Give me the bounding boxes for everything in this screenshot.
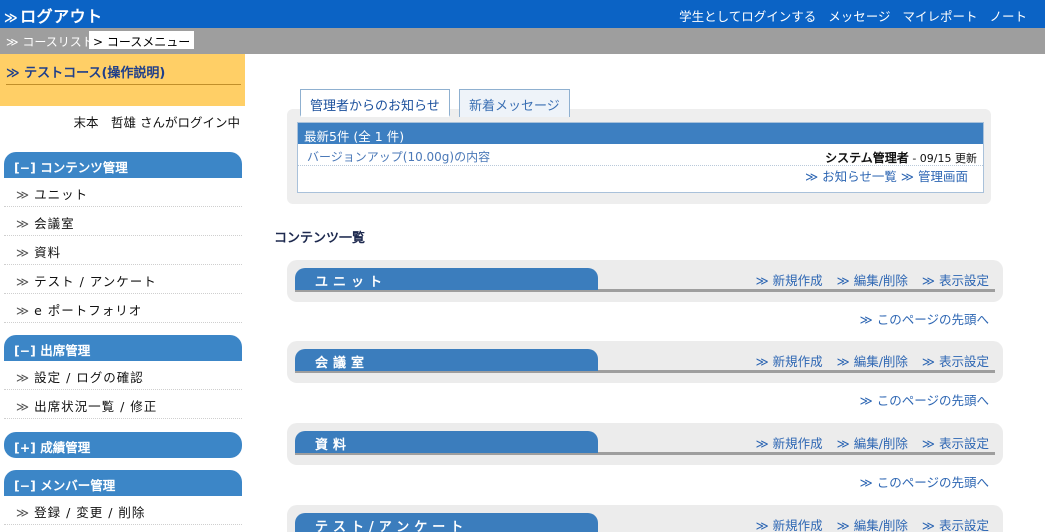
double-chevron-icon: ≫	[836, 518, 854, 532]
double-chevron-icon: ≫	[836, 436, 854, 451]
notice-header: 最新5件 (全 1 件)	[298, 123, 983, 144]
double-chevron-icon: ≫	[755, 354, 773, 369]
notice-links: ≫ お知らせ一覧 ≫ 管理画面	[805, 166, 968, 185]
panel-actions: ≫ 新規作成 ≫ 編集/削除 ≫ 表示設定	[756, 433, 989, 452]
double-chevron-icon: ≫	[16, 303, 31, 318]
edit-delete-link[interactable]: ≫ 編集/削除	[837, 351, 908, 370]
breadcrumb-course-list[interactable]: ≫ コースリスト	[6, 33, 94, 50]
messages-link[interactable]: メッセージ	[828, 6, 890, 25]
edit-delete-link[interactable]: ≫ 編集/削除	[837, 433, 908, 452]
double-chevron-icon: ≫	[16, 187, 31, 202]
panel-actions: ≫ 新規作成 ≫ 編集/削除 ≫ 表示設定	[756, 270, 989, 289]
notice-list-link[interactable]: ≫ お知らせ一覧	[805, 169, 897, 184]
display-settings-link[interactable]: ≫ 表示設定	[922, 433, 989, 452]
page-top-link[interactable]: ≫ このページの先頭へ	[860, 390, 989, 409]
display-settings-link[interactable]: ≫ 表示設定	[922, 270, 989, 289]
double-chevron-icon: ≫	[921, 273, 939, 288]
sidebar-item-test-survey[interactable]: ≫ テスト / アンケート	[4, 265, 242, 294]
double-chevron-icon: ≫	[6, 35, 23, 49]
double-chevron-icon: ≫	[16, 399, 31, 414]
admin-screen-link[interactable]: ≫ 管理画面	[901, 169, 968, 184]
sidebar-item-attendance-list[interactable]: ≫ 出席状況一覧 / 修正	[4, 390, 242, 419]
panel-actions: ≫ 新規作成 ≫ 編集/削除 ≫ 表示設定	[756, 351, 989, 370]
page-top-link[interactable]: ≫ このページの先頭へ	[860, 309, 989, 328]
double-chevron-icon: ≫	[836, 273, 854, 288]
tab-new-messages[interactable]: 新着メッセージ	[459, 89, 570, 117]
double-chevron-icon: ≫	[16, 370, 31, 385]
create-link[interactable]: ≫ 新規作成	[756, 270, 823, 289]
sidebar-item-attendance-settings[interactable]: ≫ 設定 / ログの確認	[4, 361, 242, 390]
double-chevron-icon: ≫	[900, 169, 918, 184]
double-chevron-icon: ≫	[921, 354, 939, 369]
edit-delete-link[interactable]: ≫ 編集/削除	[837, 270, 908, 289]
login-status: 末本 哲雄 さんがログイン中	[73, 115, 240, 130]
double-chevron-icon: ≫	[16, 216, 31, 231]
notice-meta: システム管理者 - 09/15 更新	[825, 151, 977, 165]
notes-link[interactable]: ノート	[989, 6, 1027, 25]
double-chevron-icon: ≫	[755, 273, 773, 288]
chevron-right-icon: >	[93, 35, 107, 49]
panel-title: 会議室	[295, 349, 598, 371]
section-grades[interactable]: [+] 成績管理	[4, 432, 242, 458]
tab-admin-notices[interactable]: 管理者からのお知らせ	[300, 89, 450, 117]
content-panel-test-survey: テスト/アンケート ≫ 新規作成 ≫ 編集/削除 ≫ 表示設定	[287, 505, 1003, 532]
breadcrumb: ≫ コースリスト > コースメニュー	[0, 28, 1045, 54]
login-as-student-link[interactable]: 学生としてログインする	[679, 6, 816, 25]
edit-delete-link[interactable]: ≫ 編集/削除	[837, 515, 908, 532]
display-settings-link[interactable]: ≫ 表示設定	[922, 351, 989, 370]
course-box: ≫ テストコース(操作説明)	[0, 54, 245, 106]
sidebar-item-eportfolio[interactable]: ≫ e ポートフォリオ	[4, 294, 242, 323]
panel-actions: ≫ 新規作成 ≫ 編集/削除 ≫ 表示設定	[756, 515, 989, 532]
content-panel-unit: ユニット ≫ 新規作成 ≫ 編集/削除 ≫ 表示設定	[287, 260, 1003, 302]
page-top-link[interactable]: ≫ このページの先頭へ	[860, 472, 989, 491]
double-chevron-icon: ≫	[859, 312, 877, 327]
sidebar-item-conference[interactable]: ≫ 会議室	[4, 207, 242, 236]
display-settings-link[interactable]: ≫ 表示設定	[922, 515, 989, 532]
double-chevron-icon: ≫	[755, 518, 773, 532]
double-chevron-icon: ≫	[4, 11, 19, 26]
create-link[interactable]: ≫ 新規作成	[756, 515, 823, 532]
double-chevron-icon: ≫	[921, 436, 939, 451]
panel-title: ユニット	[295, 268, 598, 290]
double-chevron-icon: ≫	[16, 245, 31, 260]
notice-row: バージョンアップ(10.00g)の内容 システム管理者 - 09/15 更新	[298, 146, 983, 166]
contents-title: コンテンツ一覧	[274, 231, 366, 246]
panel-title: テスト/アンケート	[295, 513, 598, 532]
double-chevron-icon: ≫	[859, 393, 877, 408]
sidebar-item-unit[interactable]: ≫ ユニット	[4, 178, 242, 207]
section-members[interactable]: [−] メンバー管理	[4, 470, 242, 496]
top-nav: 学生としてログインする メッセージ マイレポート ノート	[679, 6, 1027, 25]
content-panel-conference: 会議室 ≫ 新規作成 ≫ 編集/削除 ≫ 表示設定	[287, 341, 1003, 383]
sidebar: ≫ テストコース(操作説明) 末本 哲雄 さんがログイン中 [−] コンテンツ管…	[0, 54, 245, 532]
create-link[interactable]: ≫ 新規作成	[756, 351, 823, 370]
breadcrumb-course-menu: > コースメニュー	[89, 31, 195, 49]
double-chevron-icon: ≫	[805, 169, 823, 184]
double-chevron-icon: ≫	[836, 354, 854, 369]
top-bar: ≫ ログアウト 学生としてログインする メッセージ マイレポート ノート	[0, 0, 1045, 28]
double-chevron-icon: ≫	[16, 274, 31, 289]
notice-box: 最新5件 (全 1 件) バージョンアップ(10.00g)の内容 システム管理者…	[297, 122, 984, 193]
double-chevron-icon: ≫	[16, 505, 31, 520]
double-chevron-icon: ≫	[6, 66, 25, 81]
section-attendance[interactable]: [−] 出席管理	[4, 335, 242, 361]
create-link[interactable]: ≫ 新規作成	[756, 433, 823, 452]
course-title[interactable]: ≫ テストコース(操作説明)	[6, 62, 241, 85]
content-panel-materials: 資料 ≫ 新規作成 ≫ 編集/削除 ≫ 表示設定	[287, 423, 1003, 465]
panel-title: 資料	[295, 431, 598, 453]
section-content-management[interactable]: [−] コンテンツ管理	[4, 152, 242, 178]
logout-link[interactable]: ≫ ログアウト	[4, 3, 103, 27]
sidebar-item-member-edit[interactable]: ≫ 登録 / 変更 / 削除	[4, 496, 242, 525]
double-chevron-icon: ≫	[859, 475, 877, 490]
double-chevron-icon: ≫	[755, 436, 773, 451]
notice-title-link[interactable]: バージョンアップ(10.00g)の内容	[307, 148, 490, 165]
double-chevron-icon: ≫	[921, 518, 939, 532]
my-report-link[interactable]: マイレポート	[902, 6, 977, 25]
sidebar-item-materials[interactable]: ≫ 資料	[4, 236, 242, 265]
